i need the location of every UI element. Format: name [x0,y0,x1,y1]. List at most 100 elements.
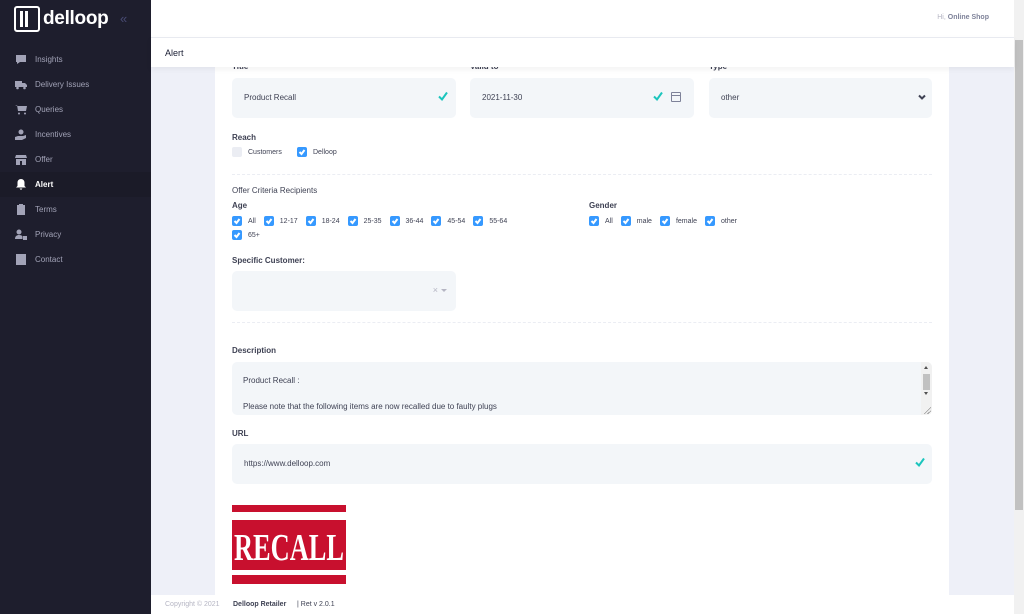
checkbox-checked[interactable] [232,216,242,226]
sidebar-item-terms[interactable]: Terms [0,197,151,222]
sidebar-item-incentives[interactable]: Incentives [0,122,151,147]
age-option[interactable]: 55-64 [473,214,507,228]
criteria-heading: Offer Criteria Recipients [232,186,318,195]
valid-to-field[interactable]: 2021-11-30 [470,78,694,118]
checkbox-checked[interactable] [347,216,358,226]
age-option-label: All [248,217,256,225]
reach-customers-label: Customers [248,148,282,156]
subheader: Alert [151,38,1014,67]
greeting-text: Hi, [937,14,946,21]
chevron-down-icon [917,92,927,102]
sidebar-item-contact[interactable]: Contact [0,247,151,272]
gender-label: Gender [589,201,618,210]
age-option[interactable]: 12-17 [263,214,298,228]
description-line: Please note that the following items are… [243,402,497,411]
version-text: | Ret v 2.0.1 [297,601,335,608]
sidebar-item-insights[interactable]: Insights [0,47,151,72]
gender-option-label: other [720,217,737,225]
sidebar-item-privacy[interactable]: Privacy [0,222,151,247]
recall-stamp-text: RECALL [234,527,344,569]
hand-coin-icon [15,129,27,140]
clear-selection-icon[interactable]: × [433,285,438,295]
sidebar-item-queries[interactable]: Queries [0,97,151,122]
brand[interactable]: delloop [0,0,151,38]
clipboard-icon [15,204,27,215]
title-value: Product Recall [244,93,297,102]
age-option[interactable]: All [232,214,256,228]
sidebar-item-label: Alert [35,180,54,189]
age-option-label: 36-44 [405,217,424,225]
type-value: other [721,93,740,102]
valid-check-icon [437,90,449,102]
checkbox-unchecked[interactable] [232,147,242,157]
sidebar-item-delivery-issues[interactable]: Delivery Issues [0,72,151,97]
checkbox-checked[interactable] [589,216,599,226]
gender-option[interactable]: female [659,214,697,228]
copyright-text: Copyright © 2021 [165,601,220,608]
app-name-link[interactable]: Delloop Retailer [233,601,286,608]
checkbox-checked[interactable] [305,216,316,226]
specific-customer-select[interactable]: × [232,271,456,311]
specific-customer-label: Specific Customer: [232,256,305,265]
sidebar-item-label: Insights [35,55,63,64]
title-field[interactable]: Product Recall [232,78,456,118]
gender-option-label: male [636,217,652,225]
age-option[interactable]: 65+ [232,228,554,242]
checkbox-checked[interactable] [659,216,670,226]
checkbox-checked[interactable] [704,216,715,226]
scroll-up-arrow-icon[interactable] [924,366,928,369]
user-greeting[interactable]: Hi, Online Shop [937,14,989,21]
scroll-thumb[interactable] [923,374,930,390]
page-scroll-thumb[interactable] [1015,40,1023,510]
resize-grip-icon[interactable] [923,406,931,414]
reach-delloop-label: Delloop [313,148,337,156]
sidebar-item-label: Delivery Issues [35,80,90,89]
sidebar-item-label: Queries [35,105,64,114]
url-value: https://www.delloop.com [244,459,331,468]
url-label: URL [232,429,249,438]
checkbox-checked[interactable] [297,147,307,157]
recall-stamp-image: RECALL [232,505,346,584]
age-option[interactable]: 45-54 [431,214,465,228]
checkbox-checked[interactable] [431,216,442,226]
gender-option[interactable]: other [704,214,737,228]
divider [232,174,932,175]
sidebar-item-label: Privacy [35,230,62,239]
sidebar-nav: Insights Delivery Issues Queries Incenti… [0,47,151,272]
valid-to-value: 2021-11-30 [482,93,523,102]
footer: Copyright © 2021 Delloop Retailer | Ret … [151,595,1014,614]
brand-logo: delloop [14,6,109,32]
valid-check-icon [914,456,926,468]
age-option[interactable]: 25-35 [347,214,382,228]
gender-option[interactable]: male [620,214,652,228]
reach-customers-option[interactable]: Customers [232,147,282,157]
age-option[interactable]: 36-44 [389,214,424,228]
logo-mark-icon [14,6,40,32]
checkbox-checked[interactable] [263,216,274,226]
url-field[interactable]: https://www.delloop.com [232,444,932,484]
store-icon [15,154,27,165]
description-textarea[interactable]: Product Recall : Please note that the fo… [232,362,932,415]
checkbox-checked[interactable] [473,216,484,226]
sidebar-item-label: Contact [35,255,63,264]
checkbox-checked[interactable] [389,216,400,226]
age-option-label: 18-24 [321,217,340,225]
type-select[interactable]: other [709,78,932,118]
sidebar-item-alert[interactable]: Alert [0,172,151,197]
gender-option[interactable]: All [589,214,613,228]
user-lock-icon [15,229,27,240]
age-option[interactable]: 18-24 [305,214,340,228]
cart-icon [15,104,27,115]
caret-down-icon [441,289,447,292]
checkbox-checked[interactable] [620,216,631,226]
phone-book-icon [15,254,27,265]
brand-name: delloop [43,8,109,29]
sidebar-item-offer[interactable]: Offer [0,147,151,172]
page-scrollbar[interactable] [1014,0,1024,614]
sidebar-item-label: Offer [35,155,53,164]
calendar-icon[interactable] [671,92,681,102]
checkbox-checked[interactable] [232,230,242,240]
collapse-sidebar-icon[interactable]: « [120,11,127,26]
scroll-down-arrow-icon[interactable] [924,392,928,395]
reach-delloop-option[interactable]: Delloop [297,147,337,157]
